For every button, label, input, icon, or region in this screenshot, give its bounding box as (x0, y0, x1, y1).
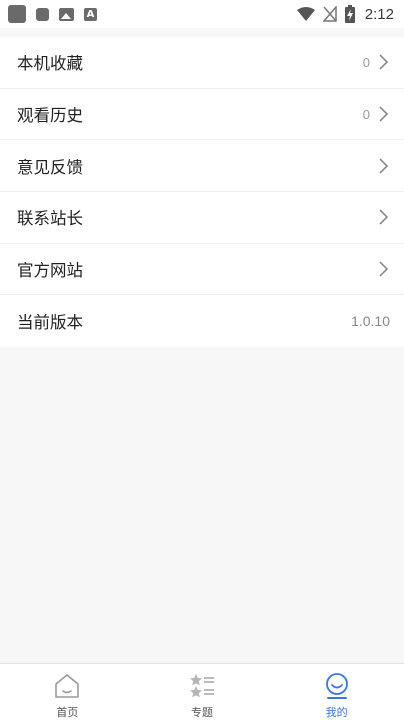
menu-item-right: 0 (363, 53, 390, 71)
status-right-icons: 2:12 (296, 5, 394, 23)
smile-icon (325, 673, 348, 699)
menu-item-feedback[interactable]: 意见反馈 (0, 140, 404, 193)
image-icon (59, 7, 74, 21)
status-bar: A 2:12 (0, 0, 404, 28)
menu-item-version: 当前版本 1.0.10 (0, 295, 404, 347)
menu-item-count: 0 (362, 106, 370, 122)
font-a-icon: A (84, 7, 97, 21)
menu-item-count: 0 (362, 54, 370, 70)
chevron-right-icon (379, 261, 389, 277)
tab-label: 专题 (191, 706, 213, 719)
menu-item-right (376, 208, 390, 226)
menu-item-right (376, 157, 390, 175)
chevron-right-icon (379, 106, 389, 122)
status-time: 2:12 (364, 5, 394, 23)
menu-item-website[interactable]: 官方网站 (0, 244, 404, 296)
menu-item-label: 意见反馈 (17, 157, 83, 177)
version-value: 1.0.10 (351, 313, 390, 330)
menu-item-label: 官方网站 (17, 261, 83, 281)
tab-label: 我的 (325, 706, 348, 719)
home-icon (55, 674, 80, 698)
tab-label: 首页 (56, 706, 79, 719)
tab-home[interactable]: 首页 (0, 664, 135, 720)
menu-item-right: 0 (363, 105, 390, 123)
app-square-icon (8, 5, 26, 23)
settings-menu: 本机收藏 0 观看历史 0 意见反馈 联系站长 官方网站 当前版本 1.0.10 (0, 37, 404, 348)
battery-charging-icon (344, 5, 355, 23)
menu-item-label: 观看历史 (17, 106, 83, 126)
bottom-tab-bar: 首页 专题 我的 (0, 663, 404, 720)
chevron-right-icon (379, 158, 389, 174)
menu-item-right: 1.0.10 (351, 313, 390, 329)
menu-item-contact[interactable]: 联系站长 (0, 192, 404, 244)
menu-item-label: 本机收藏 (17, 54, 83, 74)
menu-item-history[interactable]: 观看历史 0 (0, 89, 404, 141)
menu-item-label: 当前版本 (17, 313, 83, 333)
tab-topics[interactable]: 专题 (135, 664, 270, 720)
chevron-right-icon (379, 54, 389, 70)
star-list-icon (190, 674, 214, 698)
tab-mine[interactable]: 我的 (269, 664, 404, 720)
menu-item-favorites[interactable]: 本机收藏 0 (0, 37, 404, 89)
wifi-icon (296, 7, 315, 21)
chevron-right-icon (379, 209, 389, 225)
no-signal-icon (322, 6, 337, 22)
status-left-icons: A (8, 5, 97, 23)
menu-item-label: 联系站长 (17, 209, 83, 229)
menu-item-right (376, 260, 390, 278)
app-small-square-icon (36, 7, 49, 21)
